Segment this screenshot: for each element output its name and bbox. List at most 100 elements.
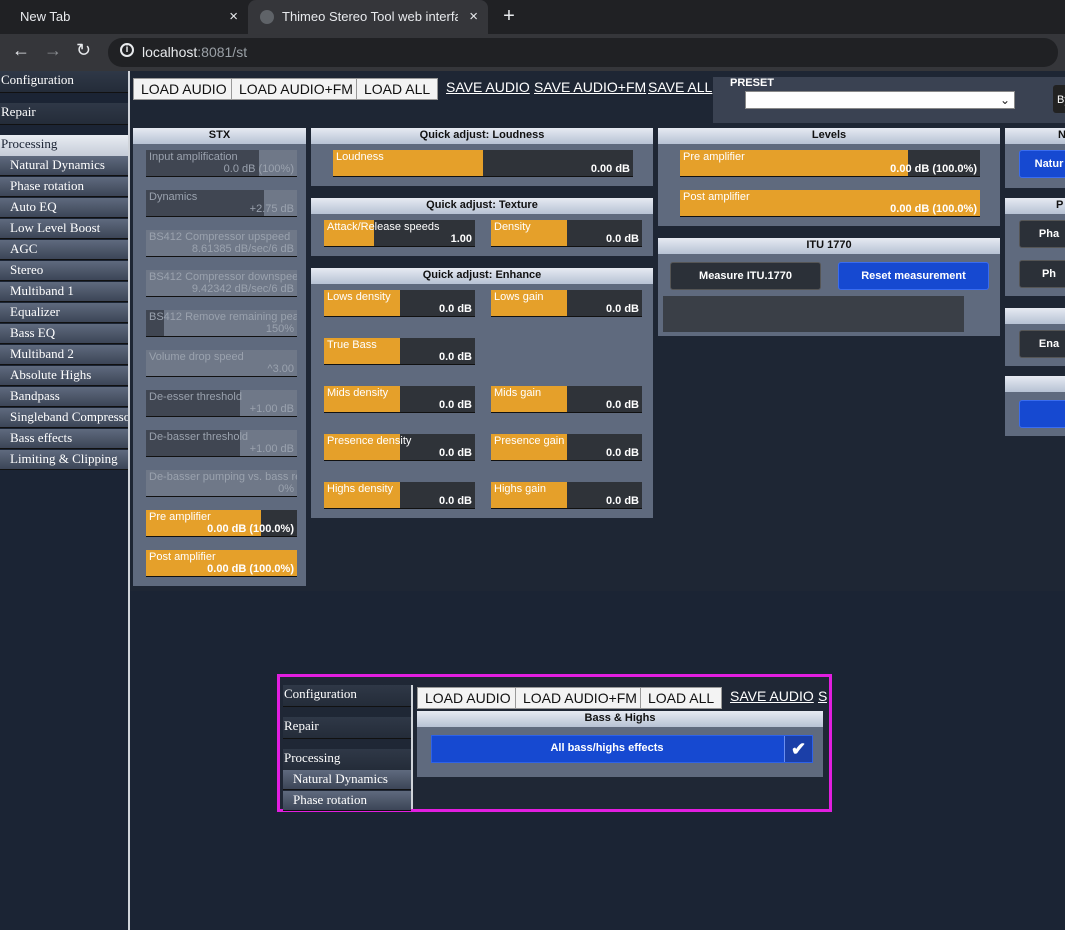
save-audio-fm-link[interactable]: SA bbox=[818, 688, 827, 704]
load-audio-fm-button[interactable]: LOAD AUDIO+FM bbox=[515, 687, 645, 709]
sidebar-item-low-level-boost[interactable]: Low Level Boost bbox=[0, 219, 128, 239]
dynamics-slider: Dynamics +2.75 dB bbox=[146, 190, 297, 217]
density-slider[interactable]: Density 0.0 dB bbox=[491, 220, 642, 247]
panel-title: Quick adjust: Enhance bbox=[311, 268, 653, 284]
panel-title: Quick adjust: Texture bbox=[311, 198, 653, 214]
sidebar-item-bass-effects[interactable]: Bass effects bbox=[0, 429, 128, 449]
attack-release-slider[interactable]: Attack/Release speeds 1.00 bbox=[324, 220, 475, 247]
reload-icon[interactable]: ↻ bbox=[76, 40, 91, 61]
highlighted-preview: Configuration Repair Processing Natural Dyn… bbox=[277, 674, 832, 812]
app-area: Configuration Repair Processing Natural Dyn… bbox=[0, 71, 1065, 930]
load-audio-button[interactable]: LOAD AUDIO bbox=[133, 78, 235, 100]
volume-drop-speed-slider: Volume drop speed ^3.00 bbox=[146, 350, 297, 377]
new-tab-button[interactable]: + bbox=[496, 0, 522, 34]
slider-value: 0.0 dB bbox=[605, 303, 639, 315]
post-amplifier-levels-slider[interactable]: Post amplifier 0.00 dB (100.0%) bbox=[680, 190, 980, 217]
mids-density-slider[interactable]: Mids density 0.0 dB bbox=[324, 386, 475, 413]
true-bass-slider[interactable]: True Bass 0.0 dB bbox=[324, 338, 475, 365]
sidebar-item-processing[interactable]: Processing bbox=[0, 135, 128, 157]
sidebar-item-auto-eq[interactable]: Auto EQ bbox=[0, 198, 128, 218]
panel-title: Levels bbox=[658, 128, 1000, 144]
slider-label: Lows density bbox=[327, 291, 391, 303]
panel-title: ITU 1770 bbox=[658, 238, 1000, 254]
save-all-link[interactable]: SAVE ALL bbox=[648, 79, 712, 95]
forward-arrow-icon[interactable]: → bbox=[44, 40, 62, 61]
save-audio-fm-link[interactable]: SAVE AUDIO+FM bbox=[534, 79, 646, 95]
preview-sidebar-item-repair[interactable]: Repair bbox=[283, 717, 411, 739]
lows-gain-slider[interactable]: Lows gain 0.0 dB bbox=[491, 290, 642, 317]
url-text: localhost:8081/st bbox=[142, 44, 248, 60]
pre-amplifier-levels-slider[interactable]: Pre amplifier 0.00 dB (100.0%) bbox=[680, 150, 980, 177]
sidebar-item-phase-rotation[interactable]: Phase rotation bbox=[0, 177, 128, 197]
sidebar-item-singleband-compressor[interactable]: Singleband Compressor bbox=[0, 408, 128, 428]
browser-tab-strip: New Tab × Thimeo Stereo Tool web interfa… bbox=[0, 0, 1065, 34]
slider-value: 0.0 dB bbox=[438, 303, 472, 315]
phase-button[interactable]: Pha bbox=[1019, 220, 1065, 248]
sidebar-item-natural-dynamics[interactable]: Natural Dynamics bbox=[0, 156, 128, 176]
slider-value: 0.00 dB (100.0%) bbox=[207, 523, 294, 535]
url-field[interactable]: i localhost:8081/st bbox=[108, 38, 1058, 67]
reset-measurement-button[interactable]: Reset measurement bbox=[838, 262, 989, 290]
lows-density-slider[interactable]: Lows density 0.0 dB bbox=[324, 290, 475, 317]
all-bass-highs-toggle[interactable]: All bass/highs effects ✔ bbox=[431, 735, 813, 763]
load-audio-fm-button[interactable]: LOAD AUDIO+FM bbox=[231, 78, 361, 100]
sidebar-item-absolute-highs[interactable]: Absolute Highs bbox=[0, 366, 128, 386]
sidebar-item-configuration[interactable]: Configuration bbox=[0, 71, 128, 93]
presence-gain-slider[interactable]: Presence gain 0.0 dB bbox=[491, 434, 642, 461]
preview-sidebar-item-configuration[interactable]: Configuration bbox=[283, 685, 411, 707]
highs-gain-slider[interactable]: Highs gain 0.0 dB bbox=[491, 482, 642, 509]
load-all-button[interactable]: LOAD ALL bbox=[356, 78, 439, 100]
load-audio-button[interactable]: LOAD AUDIO bbox=[417, 687, 519, 709]
address-bar-row: ← → ↻ i localhost:8081/st bbox=[0, 34, 1065, 71]
sidebar-item-bass-eq[interactable]: Bass EQ bbox=[0, 324, 128, 344]
info-icon[interactable]: i bbox=[120, 43, 134, 57]
loudness-slider[interactable]: Loudness 0.00 dB bbox=[333, 150, 633, 177]
slider-value: 0.0 dB (100%) bbox=[223, 163, 294, 175]
phase-button-2[interactable]: Ph bbox=[1019, 260, 1065, 288]
slider-label: True Bass bbox=[327, 339, 377, 351]
presence-density-slider[interactable]: Presence density 0.0 dB bbox=[324, 434, 475, 461]
bs412-remove-remaining-peaks-slider: BS412 Remove remaining peaks 150% bbox=[146, 310, 297, 337]
sidebar-item-agc[interactable]: AGC bbox=[0, 240, 128, 260]
natural-dynamics-button[interactable]: Natur bbox=[1019, 150, 1065, 178]
save-audio-link[interactable]: SAVE AUDIO bbox=[730, 688, 814, 704]
slider-label: De-basser threshold bbox=[149, 431, 249, 443]
preview-sidebar-item-natural-dynamics[interactable]: Natural Dynamics bbox=[283, 770, 411, 790]
mids-gain-slider[interactable]: Mids gain 0.0 dB bbox=[491, 386, 642, 413]
post-amplifier-slider[interactable]: Post amplifier 0.00 dB (100.0%) bbox=[146, 550, 297, 577]
checkmark-icon[interactable]: ✔ bbox=[784, 736, 812, 762]
slider-label: Density bbox=[494, 221, 531, 233]
back-arrow-icon[interactable]: ← bbox=[12, 40, 30, 61]
slider-label: De-basser pumping vs. bass reduction bbox=[149, 471, 297, 483]
partial-blue-button[interactable] bbox=[1019, 400, 1065, 428]
browser-tab-new-tab[interactable]: New Tab × bbox=[0, 0, 248, 34]
sidebar-menu: Configuration Repair Processing Natural Dyn… bbox=[0, 71, 128, 501]
sidebar-item-multiband-2[interactable]: Multiband 2 bbox=[0, 345, 128, 365]
load-all-button[interactable]: LOAD ALL bbox=[640, 687, 723, 709]
sidebar-item-bandpass[interactable]: Bandpass bbox=[0, 387, 128, 407]
browser-tab-stereo-tool[interactable]: Thimeo Stereo Tool web interface × bbox=[248, 0, 488, 34]
close-icon[interactable]: × bbox=[469, 0, 478, 34]
sidebar-item-stereo[interactable]: Stereo bbox=[0, 261, 128, 281]
highs-density-slider[interactable]: Highs density 0.0 dB bbox=[324, 482, 475, 509]
measure-itu-button[interactable]: Measure ITU.1770 bbox=[670, 262, 821, 290]
slider-value: 0.00 dB (100.0%) bbox=[207, 563, 294, 575]
preview-sidebar-divider bbox=[411, 685, 413, 809]
sidebar-item-repair[interactable]: Repair bbox=[0, 103, 128, 125]
sidebar-item-equalizer[interactable]: Equalizer bbox=[0, 303, 128, 323]
levels-panel: Levels Pre amplifier 0.00 dB (100.0%) Post… bbox=[658, 128, 1000, 226]
preset-select[interactable]: ⌄ bbox=[745, 91, 1015, 109]
slider-label: Mids gain bbox=[494, 387, 542, 399]
enable-button[interactable]: Ena bbox=[1019, 330, 1065, 358]
sidebar-item-limiting-clipping[interactable]: Limiting & Clipping bbox=[0, 450, 128, 470]
save-audio-link[interactable]: SAVE AUDIO bbox=[446, 79, 530, 95]
slider-label: Post amplifier bbox=[149, 551, 216, 563]
pre-amplifier-slider[interactable]: Pre amplifier 0.00 dB (100.0%) bbox=[146, 510, 297, 537]
slider-label: Pre amplifier bbox=[683, 151, 745, 163]
sidebar-item-multiband-1[interactable]: Multiband 1 bbox=[0, 282, 128, 302]
preset-panel: PRESET ⌄ By bbox=[713, 77, 1065, 123]
bypass-button[interactable]: By bbox=[1053, 85, 1065, 113]
preview-sidebar-item-processing[interactable]: Processing bbox=[283, 749, 411, 771]
preview-sidebar-item-phase-rotation[interactable]: Phase rotation bbox=[283, 791, 411, 811]
close-icon[interactable]: × bbox=[229, 0, 238, 34]
